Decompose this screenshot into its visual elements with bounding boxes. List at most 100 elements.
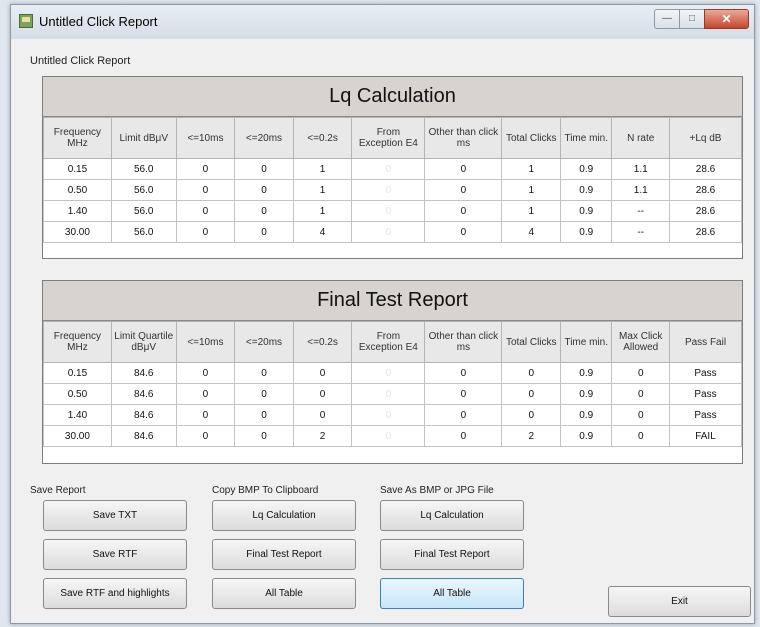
final-test-report-table: Frequency MHz Limit Quartile dBμV <=10ms <=… [43,321,742,447]
table-row: 30.00 84.6 0 0 2 0 0 2 0.9 0 FAIL [43,425,742,447]
copy-all-table-button[interactable]: All Table [212,578,356,609]
table-row: 1.40 84.6 0 0 0 0 0 0 0.9 0 Pass [43,404,742,426]
table-cell: 0 [351,425,426,447]
report-window: Untitled Click Report — □ ✕ Untitled Cli… [10,4,755,624]
table-cell: Pass [669,404,742,426]
save-rtf-highlights-button[interactable]: Save RTF and highlights [43,578,187,609]
save-txt-button[interactable]: Save TXT [43,500,187,531]
lq-column-header: Limit dBμV [110,117,177,159]
lq-header-row: Frequency MHz Limit dBμV <=10ms <=20ms <=0.2… [43,117,742,159]
report-label: Untitled Click Report [30,55,131,67]
table-cell: 0 [175,158,236,180]
table-cell: 0 [234,179,294,201]
table-cell: 0.9 [560,362,613,384]
table-cell: 0 [424,383,503,405]
table-cell: 0 [424,362,503,384]
lq-column-header: Other than click ms [424,117,503,159]
table-cell: -- [611,200,670,222]
exit-button[interactable]: Exit [608,586,751,617]
table-cell: 0 [501,404,562,426]
table-cell: 28.6 [669,179,742,201]
table-row: 0.50 56.0 0 0 1 0 0 1 0.9 1.1 28.6 [43,179,742,201]
save-final-test-report-button[interactable]: Final Test Report [380,539,524,570]
table-cell: 0.9 [560,404,613,426]
table-cell: 0 [351,158,426,180]
table-cell: 0 [424,404,503,426]
table-cell: 0 [351,404,426,426]
lq-column-header: Time min. [560,117,613,159]
title-bar[interactable]: Untitled Click Report — □ ✕ [11,5,754,39]
table-cell: 30.00 [43,425,112,447]
final-column-header: Frequency MHz [43,321,112,363]
table-cell: 1.40 [43,404,112,426]
table-cell: 0 [611,383,670,405]
table-cell: 0 [234,425,294,447]
table-cell: 30.00 [43,221,112,243]
table-cell: 0 [424,179,503,201]
table-cell: 0 [292,383,353,405]
table-cell: 56.0 [110,158,177,180]
lq-calculation-table: Frequency MHz Limit dBμV <=10ms <=20ms <=0.2… [43,117,742,243]
copy-final-test-report-button[interactable]: Final Test Report [212,539,356,570]
final-header-row: Frequency MHz Limit Quartile dBμV <=10ms <=… [43,321,742,363]
table-cell: 0.9 [560,158,613,180]
table-cell: 1 [501,200,562,222]
window-title: Untitled Click Report [39,14,158,29]
table-cell: 0 [501,383,562,405]
final-column-header: <=10ms [175,321,236,363]
copy-lq-calculation-button[interactable]: Lq Calculation [212,500,356,531]
final-column-header: Total Clicks [501,321,562,363]
table-cell: 0.9 [560,221,613,243]
maximize-icon: □ [688,13,696,24]
save-lq-calculation-button[interactable]: Lq Calculation [380,500,524,531]
table-cell: 0 [175,179,236,201]
table-cell: 4 [292,221,353,243]
final-test-report-title: Final Test Report [43,281,742,321]
table-row: 1.40 56.0 0 0 1 0 0 1 0.9 -- 28.6 [43,200,742,222]
table-cell: 2 [292,425,353,447]
table-cell: 1.1 [611,179,670,201]
table-cell: 0 [234,221,294,243]
table-cell: 0 [234,200,294,222]
lq-column-header: Frequency MHz [43,117,112,159]
table-cell: 84.6 [110,362,177,384]
lq-column-header: <=10ms [175,117,236,159]
table-cell: 56.0 [110,179,177,201]
table-cell: 1 [501,158,562,180]
client-area: Untitled Click Report Lq Calculation Fre… [19,39,751,617]
close-button[interactable]: ✕ [704,9,749,29]
table-cell: 0 [501,362,562,384]
table-cell: 1 [501,179,562,201]
maximize-button[interactable]: □ [679,9,705,29]
table-row: 0.15 84.6 0 0 0 0 0 0 0.9 0 Pass [43,362,742,384]
table-cell: 0 [351,179,426,201]
final-column-header: From Exception E4 [351,321,426,363]
table-cell: 0 [175,362,236,384]
app-icon [19,14,33,28]
table-cell: 0.9 [560,200,613,222]
table-cell: 4 [501,221,562,243]
final-test-report-panel: Final Test Report Frequency MHz Limit Qua… [42,280,743,464]
table-cell: 0 [175,221,236,243]
save-rtf-button[interactable]: Save RTF [43,539,187,570]
table-cell: 0 [424,425,503,447]
table-cell: 0.15 [43,158,112,180]
table-cell: 28.6 [669,221,742,243]
lq-column-header: From Exception E4 [351,117,426,159]
table-cell: 84.6 [110,404,177,426]
minimize-icon: — [662,13,672,24]
save-bmp-label: Save As BMP or JPG File [380,485,494,496]
table-cell: 0 [351,221,426,243]
table-cell: 0 [175,200,236,222]
final-column-header: Other than click ms [424,321,503,363]
table-cell: 0 [175,383,236,405]
table-cell: 0 [292,362,353,384]
save-all-table-button[interactable]: All Table [380,578,524,609]
table-cell: 0 [424,200,503,222]
lq-calculation-panel: Lq Calculation Frequency MHz Limit dBμV <=… [42,76,743,259]
table-cell: 0 [351,362,426,384]
lq-column-header: <=20ms [234,117,294,159]
table-cell: 0.50 [43,383,112,405]
save-report-label: Save Report [30,485,86,496]
minimize-button[interactable]: — [654,9,680,29]
